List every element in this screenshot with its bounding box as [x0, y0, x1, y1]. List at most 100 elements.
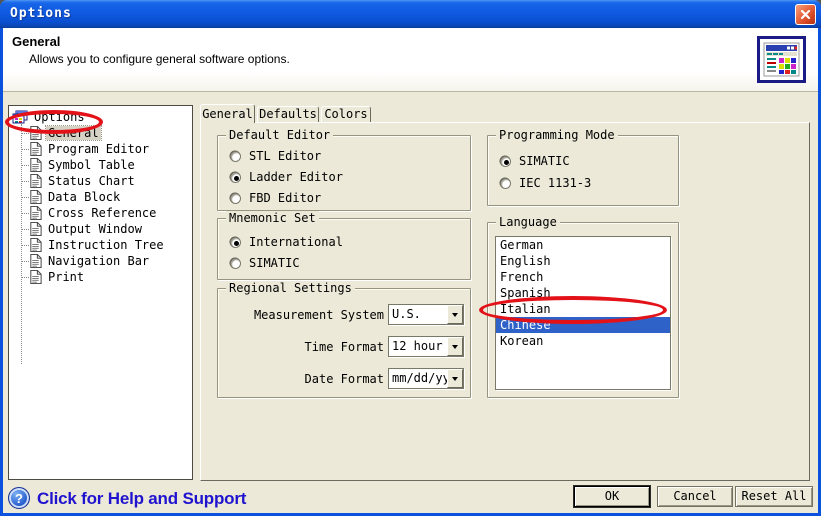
document-icon [29, 206, 42, 220]
radio-stl-editor[interactable]: STL Editor [230, 149, 321, 163]
chevron-down-icon [452, 377, 458, 381]
tab-defaults[interactable]: Defaults [257, 106, 319, 122]
header-band: General Allows you to configure general … [3, 28, 818, 92]
help-icon[interactable]: ? [8, 487, 30, 509]
language-option-korean[interactable]: Korean [496, 333, 670, 349]
document-icon [29, 270, 42, 284]
radio-simatic-mnemonic[interactable]: SIMATIC [230, 256, 300, 270]
radio-icon [230, 151, 241, 162]
document-icon [29, 174, 42, 188]
tree-item-label: Symbol Table [46, 158, 137, 172]
tree-item-label: Status Chart [46, 174, 137, 188]
radio-simatic-mode[interactable]: SIMATIC [500, 154, 570, 168]
measurement-system-select[interactable]: U.S. [388, 304, 464, 325]
dialog-body: General Allows you to configure general … [3, 28, 818, 513]
group-label: Default Editor [226, 128, 333, 142]
group-label: Mnemonic Set [226, 211, 319, 225]
time-format-label: Time Format [218, 340, 384, 354]
page-description: Allows you to configure general software… [29, 52, 290, 66]
language-listbox[interactable]: German English French Spanish Italian Ch… [495, 236, 671, 390]
language-option-spanish[interactable]: Spanish [496, 285, 670, 301]
measurement-system-label: Measurement System [218, 308, 384, 322]
group-mnemonic-set: Mnemonic Set International SIMATIC [217, 218, 471, 280]
window-title: Options [10, 6, 72, 21]
title-bar: Options [0, 0, 821, 28]
language-option-german[interactable]: German [496, 237, 670, 253]
row-date-format: Date Format mm/dd/yy [218, 368, 464, 389]
radio-iec-1131-3[interactable]: IEC 1131-3 [500, 176, 591, 190]
document-icon [29, 142, 42, 156]
general-tab-panel: Default Editor STL Editor Ladder Editor … [200, 122, 810, 481]
tab-general[interactable]: General [200, 104, 255, 123]
language-option-english[interactable]: English [496, 253, 670, 269]
chevron-down-icon [452, 313, 458, 317]
tree-item-data-block[interactable]: Data Block [9, 189, 192, 205]
close-button[interactable] [795, 4, 816, 25]
document-icon [29, 254, 42, 268]
radio-checked-icon [230, 237, 241, 248]
dropdown-button[interactable] [447, 337, 463, 356]
chevron-down-icon [452, 345, 458, 349]
time-format-select[interactable]: 12 hour [388, 336, 464, 357]
group-label: Regional Settings [226, 281, 355, 295]
tree-item-label: Output Window [46, 222, 144, 236]
reset-all-button[interactable]: Reset All [735, 486, 813, 507]
options-folder-icon [12, 110, 28, 124]
close-icon [800, 9, 811, 20]
row-time-format: Time Format 12 hour [218, 336, 464, 357]
cancel-button[interactable]: Cancel [657, 486, 733, 507]
dropdown-button[interactable] [447, 305, 463, 324]
document-icon [29, 158, 42, 172]
group-regional-settings: Regional Settings Measurement System U.S… [217, 288, 471, 398]
row-measurement-system: Measurement System U.S. [218, 304, 464, 325]
ok-button[interactable]: OK [574, 486, 650, 507]
tree-item-instruction-tree[interactable]: Instruction Tree [9, 237, 192, 253]
tree-item-program-editor[interactable]: Program Editor [9, 141, 192, 157]
radio-icon [230, 258, 241, 269]
language-option-italian[interactable]: Italian [496, 301, 670, 317]
tree-item-navigation-bar[interactable]: Navigation Bar [9, 253, 192, 269]
group-programming-mode: Programming Mode SIMATIC IEC 1131-3 [487, 135, 679, 206]
radio-ladder-editor[interactable]: Ladder Editor [230, 170, 343, 184]
tree-item-symbol-table[interactable]: Symbol Table [9, 157, 192, 173]
document-icon [29, 222, 42, 236]
help-link[interactable]: Click for Help and Support [37, 489, 246, 509]
radio-checked-icon [230, 172, 241, 183]
group-language: Language German English French Spanish I… [487, 222, 679, 398]
page-title: General [12, 34, 60, 49]
options-preview-icon [757, 36, 806, 83]
options-tree: Options General Program Editor Symbol Ta… [8, 105, 193, 480]
tree-item-label: General [46, 126, 101, 140]
document-icon [29, 190, 42, 204]
tree-item-label: Navigation Bar [46, 254, 151, 268]
document-icon [29, 126, 42, 140]
tree-root-options[interactable]: Options [9, 109, 192, 125]
group-default-editor: Default Editor STL Editor Ladder Editor … [217, 135, 471, 211]
tree-item-label: Print [46, 270, 86, 284]
dropdown-button[interactable] [447, 369, 463, 388]
tree-item-label: Program Editor [46, 142, 151, 156]
date-format-label: Date Format [218, 372, 384, 386]
tree-item-general[interactable]: General [9, 125, 192, 141]
tree-item-label: Cross Reference [46, 206, 158, 220]
group-label: Programming Mode [496, 128, 618, 142]
options-dialog: Options General Allows you to configure … [0, 0, 821, 516]
language-option-french[interactable]: French [496, 269, 670, 285]
tree-item-status-chart[interactable]: Status Chart [9, 173, 192, 189]
tree-item-label: Instruction Tree [46, 238, 166, 252]
tree-item-cross-reference[interactable]: Cross Reference [9, 205, 192, 221]
radio-international[interactable]: International [230, 235, 343, 249]
date-format-select[interactable]: mm/dd/yy [388, 368, 464, 389]
group-label: Language [496, 215, 560, 229]
radio-icon [230, 193, 241, 204]
tree-root-label: Options [32, 110, 87, 124]
language-option-chinese[interactable]: Chinese [496, 317, 670, 333]
radio-checked-icon [500, 156, 511, 167]
tree-item-print[interactable]: Print [9, 269, 192, 285]
radio-icon [500, 178, 511, 189]
tree-item-label: Data Block [46, 190, 122, 204]
radio-fbd-editor[interactable]: FBD Editor [230, 191, 321, 205]
tab-colors[interactable]: Colors [321, 106, 371, 122]
tree-item-output-window[interactable]: Output Window [9, 221, 192, 237]
document-icon [29, 238, 42, 252]
